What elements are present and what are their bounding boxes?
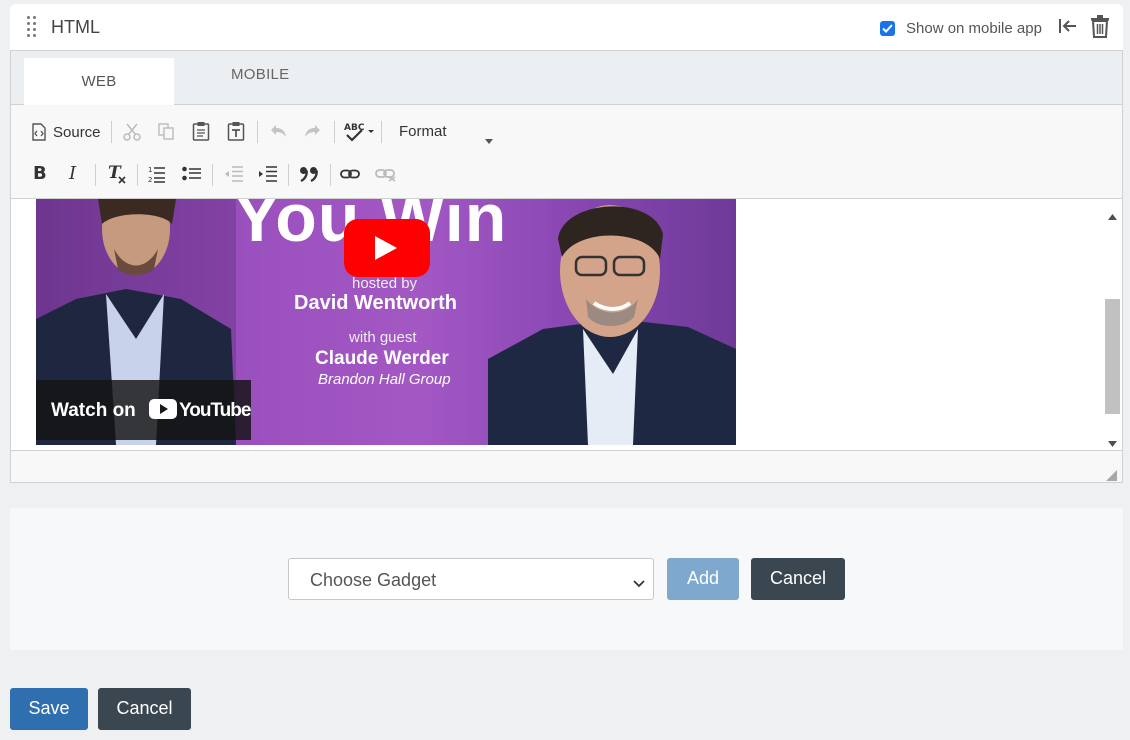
svg-text:1: 1 <box>148 166 152 174</box>
youtube-label: YouTube <box>179 400 251 421</box>
editor-toolbar: Source ABC Format B I T 1 2 <box>11 105 1122 199</box>
drag-handle-icon[interactable] <box>27 16 39 38</box>
youtube-logo-icon <box>149 399 177 424</box>
trash-icon[interactable] <box>1090 14 1110 43</box>
resize-grip-icon[interactable] <box>1106 468 1117 486</box>
widget-header: HTML Show on mobile app <box>10 4 1123 50</box>
remove-format-icon[interactable]: T <box>107 163 127 185</box>
svg-text:T: T <box>108 163 122 183</box>
guest-org: Brandon Hall Group <box>318 371 451 388</box>
indent-icon[interactable] <box>258 166 278 182</box>
html-widget-panel: HTML Show on mobile app WEB MOBILE Sourc… <box>10 4 1123 483</box>
tab-web[interactable]: WEB <box>24 58 174 105</box>
save-button[interactable]: Save <box>10 688 88 730</box>
editor-content-area[interactable]: You Win hosted by David Wentworth with g… <box>11 199 1122 451</box>
undo-icon[interactable] <box>269 124 287 138</box>
svg-text:2: 2 <box>148 176 152 183</box>
host-photo-right <box>488 199 736 445</box>
unlink-icon[interactable] <box>375 168 397 182</box>
link-icon[interactable] <box>340 168 360 180</box>
tab-mobile[interactable]: MOBILE <box>231 66 289 83</box>
cancel-gadget-button[interactable]: Cancel <box>751 558 845 600</box>
watch-on-label: Watch on <box>51 400 136 421</box>
source-button[interactable]: Source <box>53 124 101 141</box>
collapse-left-icon[interactable] <box>1058 17 1078 40</box>
hosted-by-label: hosted by <box>352 275 418 292</box>
scroll-up-icon[interactable] <box>1108 207 1117 225</box>
italic-icon[interactable]: I <box>69 163 76 184</box>
copy-icon[interactable] <box>157 122 175 140</box>
bulleted-list-icon[interactable] <box>182 166 202 182</box>
youtube-embed[interactable]: You Win hosted by David Wentworth with g… <box>36 199 736 445</box>
rich-text-editor: WEB MOBILE Source ABC Format B I T 1 2 Y… <box>10 50 1123 483</box>
outdent-icon[interactable] <box>224 166 244 182</box>
paste-text-icon[interactable] <box>227 121 245 141</box>
bold-icon[interactable]: B <box>33 163 47 184</box>
redo-icon[interactable] <box>304 124 322 138</box>
editor-scrollbar[interactable] <box>1103 199 1122 449</box>
guest-name: Claude Werder <box>315 348 449 369</box>
play-button[interactable] <box>344 219 430 277</box>
show-on-mobile-label[interactable]: Show on mobile app <box>906 20 1042 37</box>
scroll-down-icon[interactable] <box>1108 434 1117 450</box>
chevron-down-icon <box>633 575 645 593</box>
editor-tabbar: WEB MOBILE <box>11 51 1122 105</box>
spellcheck-icon[interactable]: ABC <box>343 121 375 143</box>
choose-gadget-select[interactable]: Choose Gadget <box>288 558 654 600</box>
widget-title: HTML <box>51 17 100 37</box>
choose-gadget-value: Choose Gadget <box>310 570 437 590</box>
show-on-mobile-checkbox[interactable] <box>880 21 895 36</box>
source-icon[interactable] <box>31 123 47 141</box>
chevron-down-icon[interactable] <box>485 131 493 149</box>
watch-on-youtube-button[interactable]: Watch on YouTube <box>36 380 251 440</box>
add-gadget-button[interactable]: Add <box>667 558 739 600</box>
cancel-button[interactable]: Cancel <box>98 688 191 730</box>
paste-icon[interactable] <box>192 121 210 141</box>
format-dropdown[interactable]: Format <box>399 123 447 140</box>
with-guest-label: with guest <box>349 329 417 346</box>
add-gadget-panel: Choose Gadget Add Cancel <box>10 508 1123 650</box>
scroll-thumb[interactable] <box>1105 299 1120 414</box>
numbered-list-icon[interactable]: 12 <box>148 165 166 183</box>
blockquote-icon[interactable] <box>299 166 319 182</box>
cut-icon[interactable] <box>123 123 141 141</box>
host-name: David Wentworth <box>294 292 457 314</box>
